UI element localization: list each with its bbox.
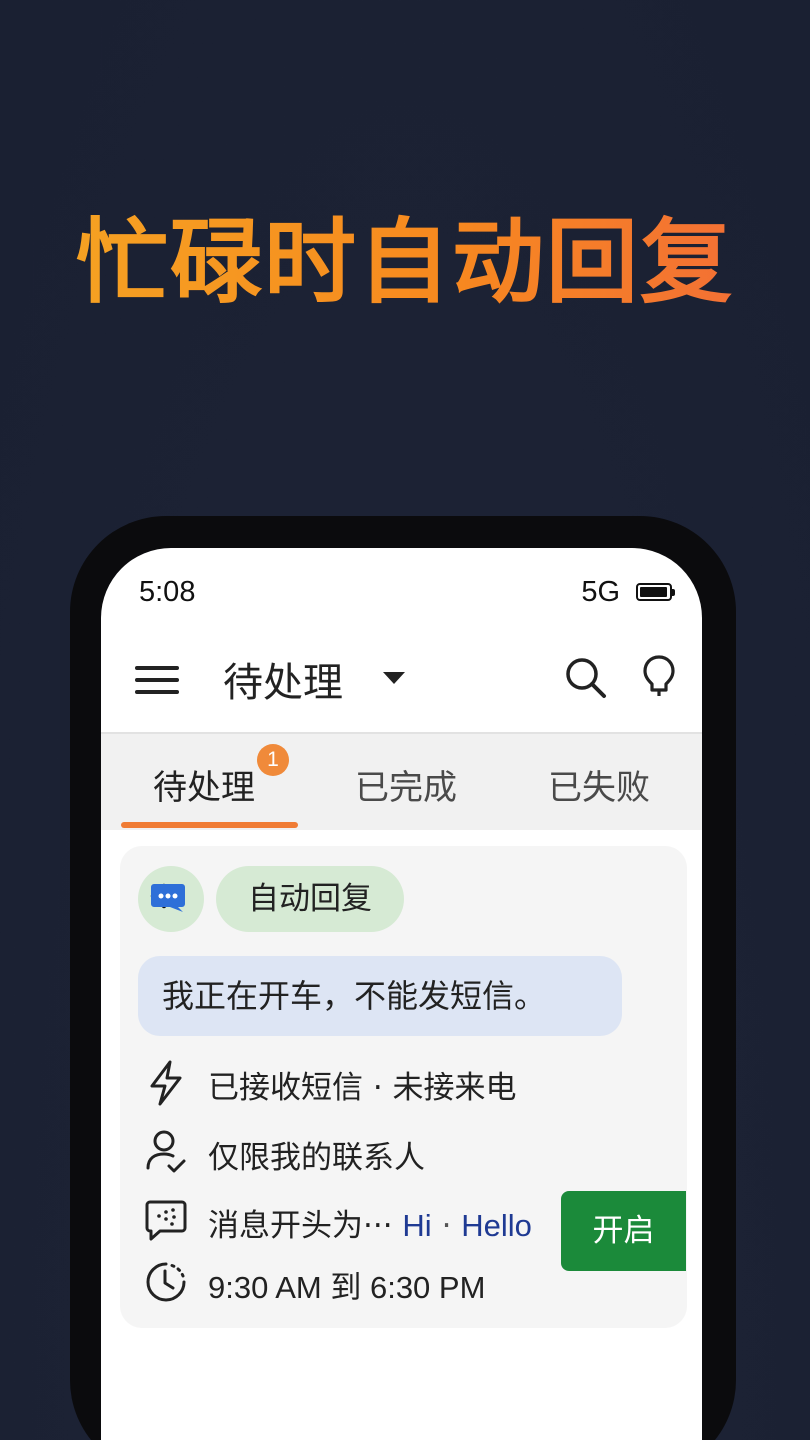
tab-completed[interactable]: 已完成: [355, 760, 457, 809]
trigger-text: 已接收短信 · 未接来电: [208, 1070, 517, 1106]
clock-icon: [146, 1262, 186, 1302]
app-bar: 待处理: [101, 636, 702, 724]
keyword-separator: ·: [441, 1208, 452, 1244]
keyword-prefix: 消息开头为···: [208, 1208, 393, 1244]
lightning-icon: [150, 1060, 182, 1106]
keyword-hello: Hello: [461, 1208, 532, 1243]
page-title[interactable]: 待处理: [223, 650, 343, 708]
reply-message: 我正在开车，不能发短信。: [138, 956, 622, 1036]
keyword-text: 消息开头为··· Hi · Hello: [208, 1200, 532, 1245]
enable-button[interactable]: 开启: [561, 1191, 686, 1271]
tab-bar: 待处理 1 已完成 已失败: [101, 732, 702, 830]
search-icon[interactable]: [564, 656, 608, 700]
status-bar: 5:08 5G: [101, 572, 702, 612]
network-indicator: 5G: [581, 576, 620, 608]
person-icon: [146, 1130, 186, 1173]
schedule-text: 9:30 AM 到 6:30 PM: [208, 1270, 486, 1305]
tab-pending[interactable]: 待处理: [153, 760, 255, 809]
lightbulb-icon[interactable]: [642, 654, 676, 700]
keyword-hi: Hi: [402, 1208, 432, 1243]
message-pattern-icon: [145, 1200, 187, 1241]
auto-reply-chip: 自动回复: [216, 866, 404, 932]
phone-screen: 5:08 5G 待处理 待处理 1 已完成 已失败 自动回复 我正在开车，不能发…: [101, 548, 702, 1440]
chevron-down-icon[interactable]: [383, 672, 405, 684]
pending-count-badge: 1: [257, 744, 289, 776]
message-bubble-icon: [151, 884, 185, 912]
tab-failed[interactable]: 已失败: [548, 760, 650, 809]
contacts-text: 仅限我的联系人: [208, 1140, 425, 1176]
active-tab-indicator: [121, 822, 298, 828]
promo-headline: 忙碌时自动回复: [0, 188, 810, 321]
status-time: 5:08: [139, 576, 196, 608]
menu-icon[interactable]: [135, 660, 181, 698]
battery-icon: [636, 583, 675, 601]
reply-type-icon-chip: [138, 866, 204, 932]
